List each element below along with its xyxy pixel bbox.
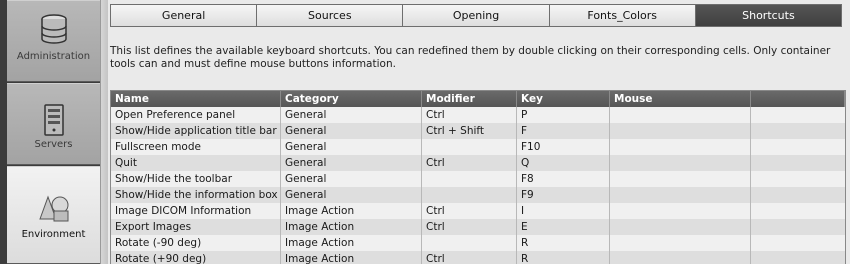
column-header-name[interactable]: Name bbox=[111, 91, 281, 107]
cell-mouse[interactable] bbox=[610, 123, 751, 139]
cell-category[interactable]: General bbox=[281, 187, 422, 203]
cell-category[interactable]: Image Action bbox=[281, 219, 422, 235]
cell-modifier[interactable]: Ctrl bbox=[422, 107, 517, 123]
cell-category[interactable]: General bbox=[281, 107, 422, 123]
cell-filler bbox=[751, 203, 845, 219]
cell-category[interactable]: General bbox=[281, 171, 422, 187]
cell-name[interactable]: Open Preference panel bbox=[111, 107, 281, 123]
cell-filler bbox=[751, 251, 845, 264]
cell-mouse[interactable] bbox=[610, 187, 751, 203]
table-row[interactable]: Export Images Image Action Ctrl E bbox=[111, 219, 845, 235]
table-row[interactable]: Show/Hide the toolbar General F8 bbox=[111, 171, 845, 187]
table-header: Name Category Modifier Key Mouse bbox=[111, 91, 845, 107]
cell-key[interactable]: I bbox=[517, 203, 610, 219]
cell-mouse[interactable] bbox=[610, 235, 751, 251]
table-row[interactable]: Show/Hide application title bar General Ct… bbox=[111, 123, 845, 139]
cell-category[interactable]: General bbox=[281, 123, 422, 139]
cell-modifier[interactable]: Ctrl bbox=[422, 219, 517, 235]
cell-key[interactable]: Q bbox=[517, 155, 610, 171]
table-row[interactable]: Fullscreen mode General F10 bbox=[111, 139, 845, 155]
cell-name[interactable]: Export Images bbox=[111, 219, 281, 235]
cell-mouse[interactable] bbox=[610, 251, 751, 264]
cell-modifier[interactable] bbox=[422, 235, 517, 251]
cell-filler bbox=[751, 187, 845, 203]
cell-name[interactable]: Image DICOM Information bbox=[111, 203, 281, 219]
cell-mouse[interactable] bbox=[610, 107, 751, 123]
cell-category[interactable]: General bbox=[281, 139, 422, 155]
tab-bar: General Sources Opening Fonts_Colors Sho… bbox=[110, 4, 842, 27]
shapes-icon bbox=[36, 191, 72, 226]
cell-name[interactable]: Rotate (-90 deg) bbox=[111, 235, 281, 251]
cell-name[interactable]: Fullscreen mode bbox=[111, 139, 281, 155]
tab-shortcuts[interactable]: Shortcuts bbox=[695, 5, 842, 26]
cell-mouse[interactable] bbox=[610, 203, 751, 219]
tab-opening[interactable]: Opening bbox=[403, 5, 550, 26]
sidebar-item-label: Environment bbox=[21, 229, 86, 240]
cell-key[interactable]: E bbox=[517, 219, 610, 235]
sidebar-item-servers[interactable]: Servers bbox=[7, 83, 100, 165]
database-icon bbox=[39, 13, 69, 48]
cell-name[interactable]: Show/Hide the information box bbox=[111, 187, 281, 203]
cell-filler bbox=[751, 219, 845, 235]
table-row[interactable]: Quit General Ctrl Q bbox=[111, 155, 845, 171]
cell-key[interactable]: R bbox=[517, 251, 610, 264]
cell-name[interactable]: Show/Hide the toolbar bbox=[111, 171, 281, 187]
cell-filler bbox=[751, 107, 845, 123]
column-header-category[interactable]: Category bbox=[281, 91, 422, 107]
tab-general[interactable]: General bbox=[111, 5, 258, 26]
column-header-mouse[interactable]: Mouse bbox=[610, 91, 751, 107]
sidebar: Administration Servers Environment bbox=[0, 0, 100, 264]
tab-sources[interactable]: Sources bbox=[257, 5, 404, 26]
cell-filler bbox=[751, 235, 845, 251]
cell-name[interactable]: Show/Hide application title bar bbox=[111, 123, 281, 139]
cell-filler bbox=[751, 171, 845, 187]
cell-modifier[interactable]: Ctrl bbox=[422, 155, 517, 171]
cell-key[interactable]: F8 bbox=[517, 171, 610, 187]
tab-fonts-colors[interactable]: Fonts_Colors bbox=[549, 5, 696, 26]
cell-filler bbox=[751, 123, 845, 139]
cell-mouse[interactable] bbox=[610, 155, 751, 171]
cell-category[interactable]: General bbox=[281, 155, 422, 171]
column-header-filler bbox=[751, 91, 845, 107]
server-icon bbox=[43, 104, 65, 139]
cell-name[interactable]: Quit bbox=[111, 155, 281, 171]
table-row[interactable]: Rotate (+90 deg) Image Action Ctrl R bbox=[111, 251, 845, 264]
cell-key[interactable]: F bbox=[517, 123, 610, 139]
table-body: Open Preference panel General Ctrl P Show/Hi… bbox=[111, 107, 845, 264]
main-panel: General Sources Opening Fonts_Colors Sho… bbox=[108, 0, 850, 264]
cell-key[interactable]: F9 bbox=[517, 187, 610, 203]
cell-category[interactable]: Image Action bbox=[281, 203, 422, 219]
cell-modifier[interactable] bbox=[422, 139, 517, 155]
cell-mouse[interactable] bbox=[610, 171, 751, 187]
shortcuts-table: Name Category Modifier Key Mouse Open Pr… bbox=[110, 90, 846, 264]
table-row[interactable]: Show/Hide the information box General F9 bbox=[111, 187, 845, 203]
cell-name[interactable]: Rotate (+90 deg) bbox=[111, 251, 281, 264]
cell-filler bbox=[751, 155, 845, 171]
cell-mouse[interactable] bbox=[610, 139, 751, 155]
cell-key[interactable]: R bbox=[517, 235, 610, 251]
cell-key[interactable]: P bbox=[517, 107, 610, 123]
cell-modifier[interactable]: Ctrl bbox=[422, 251, 517, 264]
column-header-key[interactable]: Key bbox=[517, 91, 610, 107]
splitter[interactable] bbox=[100, 0, 108, 264]
sidebar-item-environment[interactable]: Environment bbox=[7, 166, 100, 264]
table-row[interactable]: Rotate (-90 deg) Image Action R bbox=[111, 235, 845, 251]
cell-category[interactable]: Image Action bbox=[281, 235, 422, 251]
shortcuts-description: This list defines the available keyboard… bbox=[110, 45, 831, 70]
sidebar-item-administration[interactable]: Administration bbox=[7, 0, 100, 82]
sidebar-item-label: Administration bbox=[16, 51, 91, 62]
sidebar-item-label: Servers bbox=[34, 139, 73, 150]
cell-modifier[interactable]: Ctrl bbox=[422, 203, 517, 219]
cell-filler bbox=[751, 139, 845, 155]
table-row[interactable]: Open Preference panel General Ctrl P bbox=[111, 107, 845, 123]
cell-mouse[interactable] bbox=[610, 219, 751, 235]
table-row[interactable]: Image DICOM Information Image Action Ctrl I bbox=[111, 203, 845, 219]
column-header-modifier[interactable]: Modifier bbox=[422, 91, 517, 107]
cell-modifier[interactable]: Ctrl + Shift bbox=[422, 123, 517, 139]
cell-modifier[interactable] bbox=[422, 187, 517, 203]
cell-modifier[interactable] bbox=[422, 171, 517, 187]
cell-key[interactable]: F10 bbox=[517, 139, 610, 155]
cell-category[interactable]: Image Action bbox=[281, 251, 422, 264]
